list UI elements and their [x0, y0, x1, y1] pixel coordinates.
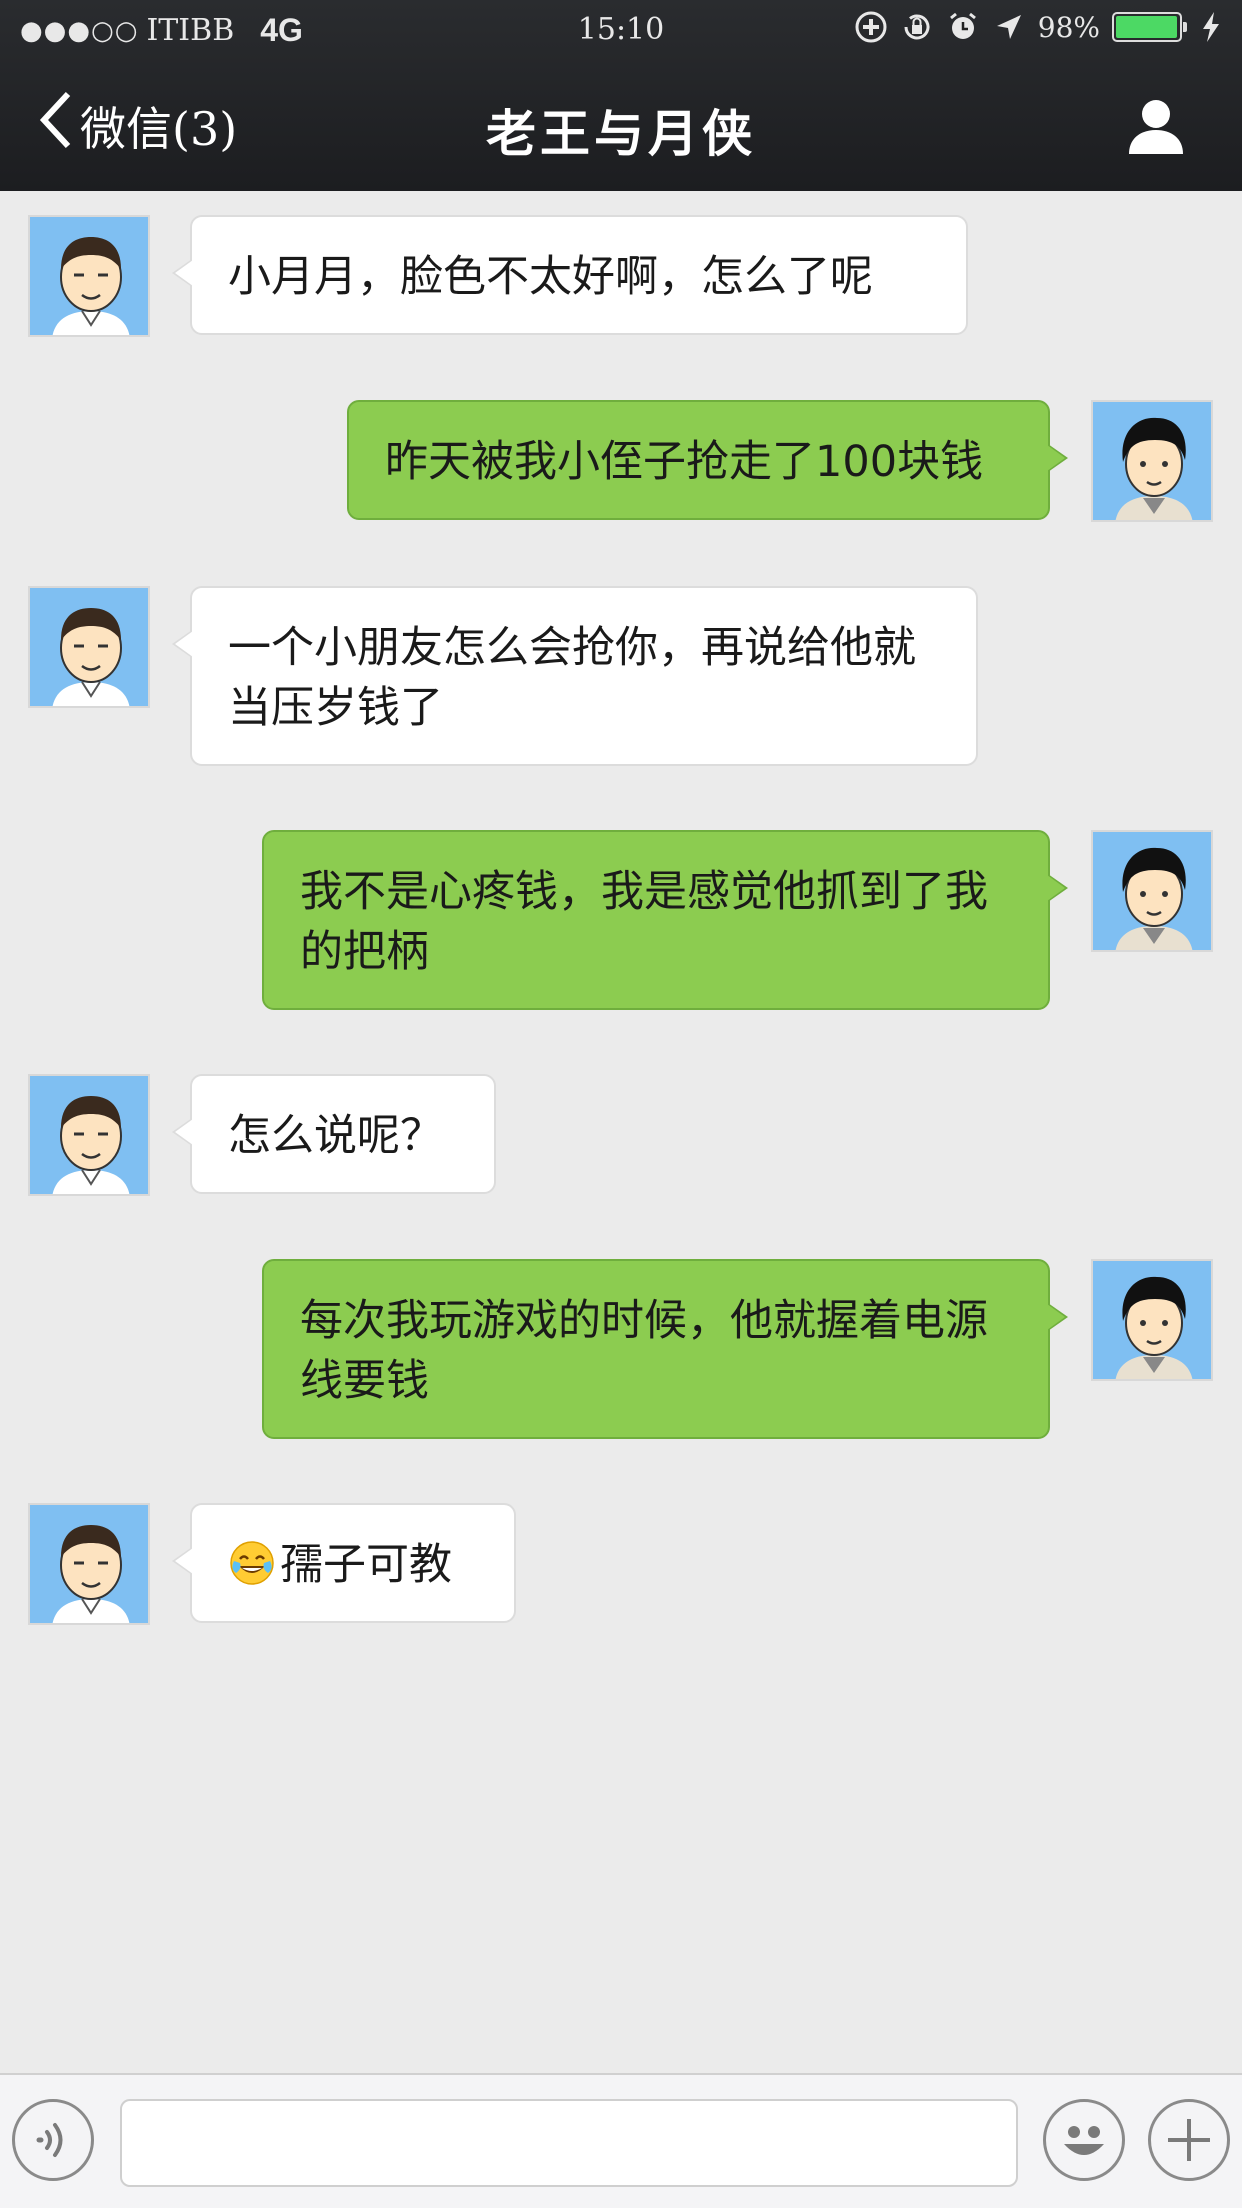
avatar[interactable]: [1091, 1259, 1213, 1381]
cartoon-man-avatar-icon: [30, 1505, 148, 1623]
message-text: 我不是心疼钱，我是感觉他抓到了我的把柄: [300, 867, 988, 977]
avatar[interactable]: [28, 1503, 150, 1625]
cartoon-man-avatar-icon: [1093, 832, 1211, 950]
voice-wave-icon: [36, 2123, 63, 2157]
message-text: 孺子可教: [280, 1540, 452, 1590]
plus-circle-icon: [854, 10, 888, 44]
avatar[interactable]: [1091, 400, 1213, 522]
message-bubble-received[interactable]: 孺子可教: [172, 1503, 516, 1623]
cartoon-man-avatar-icon: [1093, 1261, 1211, 1379]
battery-fill: [1116, 16, 1177, 38]
message-bubble-sent[interactable]: 我不是心疼钱，我是感觉他抓到了我的把柄: [262, 830, 1068, 1010]
battery-percent: 98%: [1037, 10, 1100, 44]
message-text: 怎么说呢？: [228, 1111, 443, 1161]
top-bar: ●●●○○ ITIBB 4G 15:10 98% 微信(3) 老王与月侠: [0, 0, 1242, 191]
battery-icon: [1112, 12, 1187, 42]
emoji-button[interactable]: [1043, 2099, 1125, 2181]
message-text: 小月月，脸色不太好啊，怎么了呢: [228, 252, 873, 302]
message-text: 昨天被我小侄子抢走了100块钱: [385, 437, 984, 487]
page-title: 老王与月侠: [486, 105, 756, 163]
cartoon-man-avatar-icon: [30, 217, 148, 335]
cartoon-man-avatar-icon: [30, 588, 148, 706]
location-arrow-icon: [992, 10, 1026, 44]
avatar[interactable]: [28, 215, 150, 337]
message-text: 每次我玩游戏的时候，他就握着电源线要钱: [300, 1296, 988, 1406]
message-bubble-received[interactable]: 一个小朋友怎么会抢你，再说给他就当压岁钱了: [172, 586, 978, 766]
alarm-icon: [946, 10, 980, 44]
input-bar: [0, 2073, 1242, 2208]
message-input[interactable]: [120, 2099, 1018, 2187]
message-bubble-sent[interactable]: 昨天被我小侄子抢走了100块钱: [347, 400, 1068, 520]
message-bubble-received[interactable]: 怎么说呢？: [172, 1074, 496, 1194]
cartoon-man-avatar-icon: [1093, 402, 1211, 520]
profile-button[interactable]: [1126, 96, 1186, 156]
charging-bolt-icon: [1194, 10, 1228, 44]
message-text: 一个小朋友怎么会抢你，再说给他就当压岁钱了: [228, 623, 916, 733]
smiley-face-icon: [1064, 2126, 1104, 2155]
message-bubble-sent[interactable]: 每次我玩游戏的时候，他就握着电源线要钱: [262, 1259, 1068, 1439]
person-icon: [1129, 100, 1183, 154]
face-with-tears-of-joy-icon: [230, 1541, 274, 1585]
status-bar: ●●●○○ ITIBB 4G 15:10 98%: [0, 0, 1242, 60]
avatar[interactable]: [28, 586, 150, 708]
nav-bar: 微信(3) 老王与月侠: [0, 60, 1242, 191]
status-right: 98%: [854, 10, 1228, 44]
more-options-button[interactable]: [1148, 2099, 1230, 2181]
avatar[interactable]: [1091, 830, 1213, 952]
cartoon-man-avatar-icon: [30, 1076, 148, 1194]
rotation-lock-icon: [900, 10, 934, 44]
avatar[interactable]: [28, 1074, 150, 1196]
plus-icon: [1168, 2119, 1210, 2161]
message-bubble-received[interactable]: 小月月，脸色不太好啊，怎么了呢: [172, 215, 968, 335]
voice-input-button[interactable]: [12, 2099, 94, 2181]
chat-area[interactable]: 小月月，脸色不太好啊，怎么了呢 昨天被我小侄子抢走了100块钱 一个小朋友怎么会…: [0, 191, 1242, 2073]
